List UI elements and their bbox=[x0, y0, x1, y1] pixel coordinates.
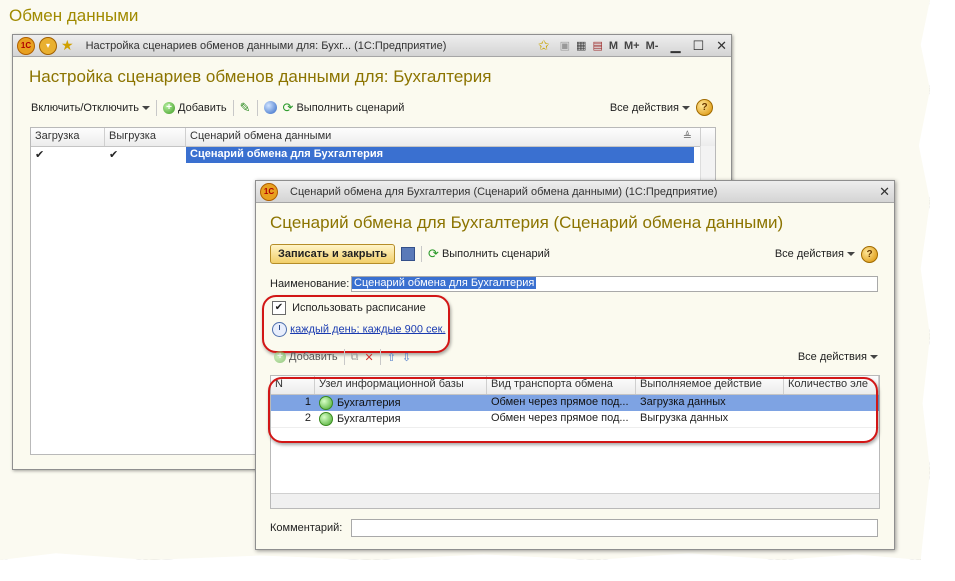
scenario-cell[interactable]: Сценарий обмена для Бухгалтерия bbox=[186, 147, 694, 163]
highlight-nodes bbox=[268, 377, 878, 443]
run-scenario-button[interactable]: ⟳ Выполнить сценарий bbox=[283, 100, 405, 116]
close-icon[interactable]: ✕ bbox=[716, 38, 727, 54]
move-down-icon[interactable]: ⇩ bbox=[402, 351, 411, 364]
history-icon[interactable]: ▣ bbox=[560, 39, 570, 52]
globe-button[interactable] bbox=[263, 101, 277, 114]
chevron-down-icon bbox=[142, 105, 151, 110]
highlight-schedule bbox=[262, 295, 450, 353]
window1-title: Настройка сценариев обменов данными для:… bbox=[85, 39, 447, 52]
separator bbox=[421, 246, 423, 262]
chevron-down-icon bbox=[682, 105, 690, 110]
add-favorite-icon[interactable]: ✩ bbox=[538, 37, 550, 54]
table-row[interactable]: ✔ ✔ Сценарий обмена для Бухгалтерия bbox=[31, 147, 715, 163]
chevron-down-icon bbox=[870, 355, 878, 359]
memory-mminus-button[interactable]: M- bbox=[646, 40, 659, 52]
window1-form-title: Настройка сценариев обменов данными для:… bbox=[29, 67, 492, 86]
sort-icon: ≜ bbox=[682, 131, 692, 143]
add-icon: + bbox=[163, 101, 176, 114]
name-label: Наименование: bbox=[270, 278, 350, 290]
separator bbox=[343, 349, 345, 365]
window1-titlebar: 1С ▾ ★ Настройка сценариев обменов данны… bbox=[13, 35, 731, 57]
memory-m-button[interactable]: M bbox=[609, 40, 618, 52]
window2-toolbar: Записать и закрыть ⟳ Выполнить сценарий … bbox=[270, 244, 878, 264]
nodes-toolbar: + Добавить ⧉ ✕ ⇧ ⇩ Все действия bbox=[274, 349, 878, 365]
memory-mplus-button[interactable]: M+ bbox=[624, 40, 640, 52]
window2-title: Сценарий обмена для Бухгалтерия (Сценари… bbox=[290, 185, 718, 198]
help-icon[interactable]: ? bbox=[861, 245, 878, 263]
nodes-all-actions-menu[interactable]: Все действия bbox=[798, 351, 878, 363]
save-and-close-button[interactable]: Записать и закрыть bbox=[270, 244, 396, 264]
comment-field[interactable] bbox=[351, 519, 878, 537]
page-title: Обмен данными bbox=[9, 6, 139, 25]
name-field[interactable]: Сценарий обмена для Бухгалтерия bbox=[351, 276, 878, 292]
edit-button[interactable]: ✎ bbox=[240, 100, 251, 116]
copy-icon[interactable]: ⧉ bbox=[351, 351, 359, 364]
minimize-icon[interactable]: ▁ bbox=[670, 38, 680, 54]
save-icon[interactable] bbox=[401, 247, 416, 261]
table-header: Загрузка Выгрузка Сценарий обмена данным… bbox=[31, 128, 715, 147]
move-up-icon[interactable]: ⇧ bbox=[387, 351, 396, 364]
load-check[interactable]: ✔ bbox=[31, 147, 105, 163]
window2-titlebar: 1С Сценарий обмена для Бухгалтерия (Сцен… bbox=[256, 181, 894, 203]
add-node-button[interactable]: + Добавить bbox=[274, 351, 338, 363]
comment-label: Комментарий: bbox=[270, 522, 343, 534]
all-actions-menu[interactable]: Все действия bbox=[775, 248, 855, 260]
calendar-icon[interactable]: ▤ bbox=[592, 39, 602, 52]
run-scenario-button[interactable]: ⟳ Выполнить сценарий bbox=[428, 246, 550, 262]
maximize-icon[interactable]: ☐ bbox=[692, 38, 704, 54]
close-icon[interactable]: ✕ bbox=[879, 184, 890, 200]
horizontal-scrollbar[interactable] bbox=[271, 493, 879, 508]
calculator-icon[interactable]: ▦ bbox=[576, 39, 586, 52]
scenario-edit-window: 1С Сценарий обмена для Бухгалтерия (Сцен… bbox=[255, 180, 895, 550]
menu-dropdown-icon[interactable]: ▾ bbox=[39, 36, 57, 55]
window2-form-title: Сценарий обмена для Бухгалтерия (Сценари… bbox=[270, 213, 784, 232]
window1-toolbar: Включить/Отключить + Добавить ✎ ⟳ Выполн… bbox=[31, 99, 713, 116]
help-icon[interactable]: ? bbox=[696, 99, 713, 116]
separator bbox=[256, 99, 258, 116]
name-value: Сценарий обмена для Бухгалтерия bbox=[352, 277, 537, 289]
separator bbox=[232, 99, 234, 116]
1c-logo-icon[interactable]: 1С bbox=[17, 36, 35, 55]
add-button[interactable]: + Добавить bbox=[163, 101, 227, 114]
chevron-down-icon bbox=[847, 252, 855, 256]
toggle-button[interactable]: Включить/Отключить bbox=[31, 102, 151, 114]
unload-check[interactable]: ✔ bbox=[105, 147, 186, 163]
globe-icon bbox=[263, 101, 277, 114]
column-header-scenario[interactable]: Сценарий обмена данными ≜ bbox=[186, 128, 701, 146]
delete-icon[interactable]: ✕ bbox=[364, 351, 373, 364]
column-header-unload[interactable]: Выгрузка bbox=[105, 128, 186, 146]
1c-logo-icon[interactable]: 1С bbox=[260, 182, 278, 201]
separator bbox=[156, 99, 158, 116]
column-header-load[interactable]: Загрузка bbox=[31, 128, 105, 146]
separator bbox=[379, 349, 381, 365]
all-actions-menu[interactable]: Все действия bbox=[610, 102, 690, 114]
refresh-icon: ⟳ bbox=[282, 99, 294, 115]
add-icon: + bbox=[274, 351, 286, 363]
favorite-star-icon[interactable]: ★ bbox=[61, 37, 74, 54]
refresh-icon: ⟳ bbox=[428, 246, 439, 261]
